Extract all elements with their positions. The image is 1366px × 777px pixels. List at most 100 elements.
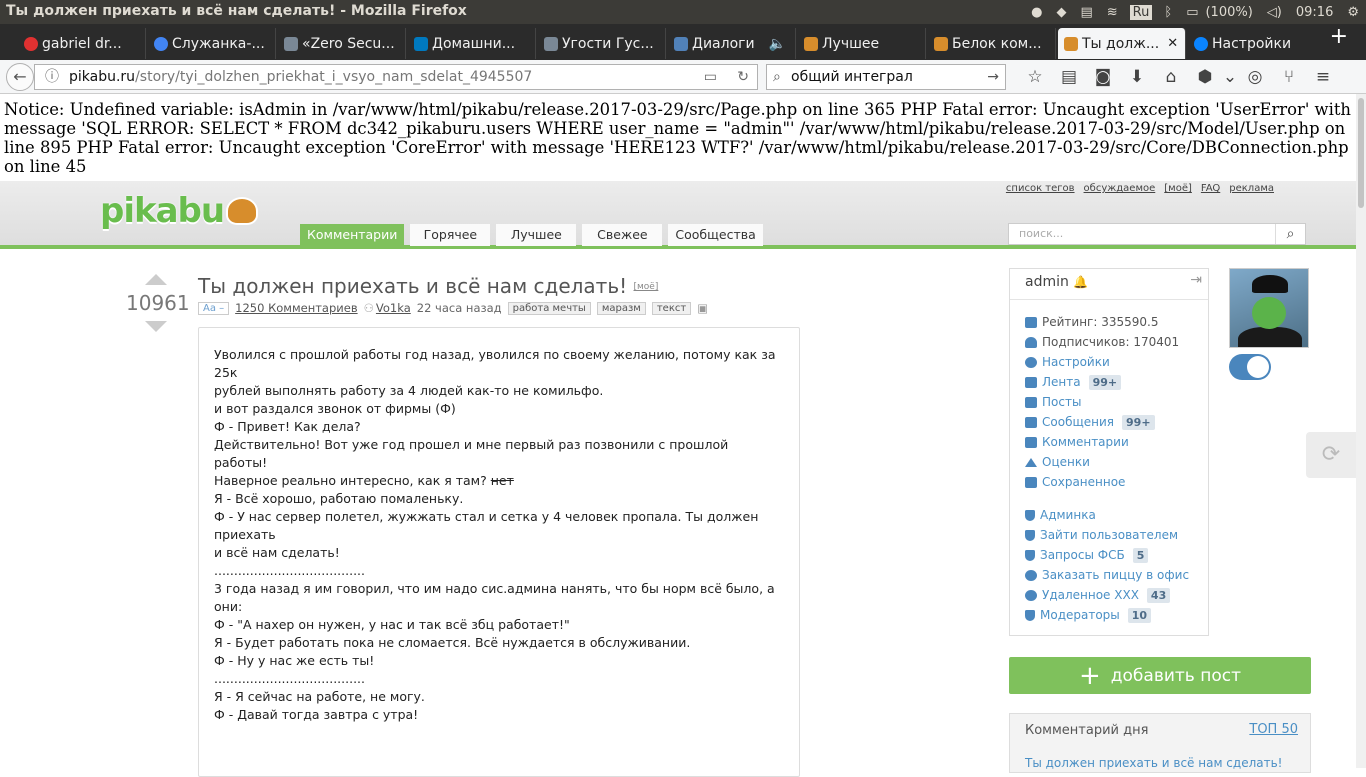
user-card: admin 🔔 ⇥ Рейтинг: 335590.5 Подписчиков:… — [1009, 268, 1209, 636]
browser-tab[interactable]: «Zero Secu... — [278, 28, 406, 59]
pikabu-favicon-icon — [934, 37, 948, 51]
link-faq[interactable]: FAQ — [1201, 183, 1220, 194]
menu-settings[interactable]: Настройки — [1025, 352, 1189, 372]
comment-of-day-heading: Комментарий дня — [1025, 723, 1149, 738]
reload-icon[interactable]: ↻ — [737, 65, 749, 89]
browser-tab[interactable]: Служанка-... — [148, 28, 276, 59]
saved-icon — [1025, 476, 1037, 488]
adblock-icon[interactable]: ⬢ — [1188, 67, 1222, 87]
volume-icon[interactable]: ◁) — [1260, 5, 1289, 20]
notification-bell-icon[interactable]: 🔔 — [1073, 275, 1088, 289]
shield-question-icon — [1025, 549, 1035, 561]
browser-tab[interactable]: Белок ком... — [928, 28, 1056, 59]
link-tags-list[interactable]: список тегов — [1006, 183, 1075, 194]
menu-admin[interactable]: Админка — [1025, 505, 1189, 525]
reader-view-icon[interactable]: ▭ — [704, 65, 717, 89]
new-tab-plus-icon[interactable]: + — [1330, 24, 1348, 49]
language-indicator[interactable]: Ru — [1129, 4, 1153, 20]
browser-tab[interactable]: gabriel dr... — [18, 28, 146, 59]
clock[interactable]: 09:16 — [1289, 5, 1340, 20]
logout-icon[interactable]: ⇥ — [1190, 272, 1202, 288]
tab-comments[interactable]: Комментарии — [300, 224, 405, 246]
menu-posts[interactable]: Посты — [1025, 392, 1189, 412]
dropbox-icon[interactable]: ◆ — [1049, 5, 1073, 20]
avatar-hat — [1252, 275, 1288, 293]
browser-tab[interactable]: Настройки — [1188, 28, 1316, 59]
tab-fresh[interactable]: Свежее — [582, 224, 663, 246]
downvote-arrow-icon[interactable] — [145, 321, 167, 332]
search-go-arrow-icon[interactable]: → — [987, 65, 999, 89]
author-link[interactable]: Vo1ka — [376, 301, 411, 315]
refresh-icon[interactable]: ⟳ — [1306, 432, 1356, 478]
browser-tab[interactable]: Угости Гус... — [538, 28, 666, 59]
browser-tab-active[interactable]: Ты долж... ✕ — [1058, 28, 1186, 59]
menu-moderators[interactable]: Модераторы 10 — [1025, 605, 1189, 625]
site-search-icon[interactable]: ⌕ — [1275, 224, 1305, 244]
font-size-toggle[interactable]: Аа – — [198, 301, 230, 315]
link-ads[interactable]: реклама — [1229, 183, 1274, 194]
link-discussed[interactable]: обсуждаемое — [1084, 183, 1156, 194]
username[interactable]: admin 🔔 — [1025, 274, 1088, 290]
moe-marker[interactable]: [моё] — [634, 282, 659, 292]
tab-hot[interactable]: Горячее — [410, 224, 491, 246]
save-icon[interactable]: ▣ — [697, 301, 708, 315]
window-title: Ты должен приехать и всё нам сделать! - … — [6, 3, 467, 19]
tab-communities[interactable]: Сообщества — [668, 224, 763, 246]
hamburger-menu-icon[interactable]: ≡ — [1306, 67, 1340, 87]
menu-ratings[interactable]: Оценки — [1025, 452, 1189, 472]
menu-fsb-requests[interactable]: Запросы ФСБ 5 — [1025, 545, 1189, 565]
user-menu: Рейтинг: 335590.5 Подписчиков: 170401 На… — [1025, 312, 1189, 625]
tab-best[interactable]: Лучшее — [496, 224, 577, 246]
story-title[interactable]: Ты должен приехать и всё нам сделать! [м… — [198, 274, 658, 298]
menu-feed[interactable]: Лента 99+ — [1025, 372, 1189, 392]
tag[interactable]: текст — [651, 301, 692, 315]
menu-deleted-xxx[interactable]: Удаленное ХХХ 43 — [1025, 585, 1189, 605]
home-icon[interactable]: ⌂ — [1154, 67, 1188, 87]
menu-login-as-user[interactable]: Зайти пользователем — [1025, 525, 1189, 545]
page-scrollbar[interactable] — [1356, 94, 1366, 768]
browser-tab[interactable]: Диалоги 🔈 — [668, 28, 796, 59]
site-search-input[interactable]: поиск... ⌕ — [1008, 223, 1306, 245]
top50-link[interactable]: ТОП 50 — [1249, 722, 1298, 737]
google-favicon-icon — [154, 37, 168, 51]
keyboard-layout-icon[interactable]: ▤ — [1073, 5, 1099, 20]
battery-icon[interactable]: ▭ — [1179, 5, 1205, 20]
url-bar[interactable]: ⓘ pikabu.ru/story/tyi_dolzhen_priekhat_i… — [34, 64, 758, 90]
gear-icon — [1025, 356, 1037, 368]
bookmark-star-icon[interactable]: ☆ — [1018, 67, 1052, 87]
avatar[interactable] — [1229, 268, 1309, 348]
menu-saved[interactable]: Сохраненное — [1025, 472, 1189, 492]
link-moe[interactable]: [моё] — [1164, 183, 1192, 194]
theme-toggle[interactable] — [1229, 354, 1271, 380]
menu-messages[interactable]: Сообщения 99+ — [1025, 412, 1189, 432]
upvote-arrow-icon[interactable] — [145, 274, 167, 285]
settings-gear-icon[interactable]: ⚙ — [1340, 5, 1366, 20]
site-info-icon[interactable]: ⓘ — [45, 65, 59, 89]
tab-close-icon[interactable]: ✕ — [1167, 36, 1178, 51]
extension-icon[interactable]: ◎ — [1238, 67, 1272, 87]
add-post-button[interactable]: + добавить пост — [1009, 657, 1311, 694]
evernote-icon[interactable]: ● — [1024, 5, 1049, 20]
extension-menu-arrow-icon[interactable]: ⌄ — [1222, 67, 1238, 87]
comments-count-link[interactable]: 1250 Комментариев — [235, 301, 357, 315]
count-badge: 43 — [1146, 587, 1171, 603]
bluetooth-icon[interactable]: ᛒ — [1157, 5, 1179, 20]
menu-order-pizza[interactable]: Заказать пиццу в офис — [1025, 565, 1189, 585]
scrollbar-thumb[interactable] — [1358, 98, 1364, 208]
tag[interactable]: маразм — [596, 301, 646, 315]
pocket-icon[interactable]: ◙ — [1086, 67, 1120, 87]
extension-fork-icon[interactable]: ⑂ — [1272, 67, 1306, 87]
browser-tab[interactable]: Домашни... — [408, 28, 536, 59]
downloads-icon[interactable]: ⬇ — [1120, 67, 1154, 87]
search-bar[interactable]: ⌕ общий интеграл → — [766, 64, 1006, 90]
speaker-icon[interactable]: 🔈 — [769, 36, 786, 52]
story-body: Уволился с прошлой работы год назад, уво… — [198, 327, 800, 777]
browser-tab[interactable]: Лучшее — [798, 28, 926, 59]
wifi-icon[interactable]: ≋ — [1100, 5, 1125, 20]
globe-icon — [1025, 589, 1037, 601]
pikabu-logo[interactable]: pikabu — [100, 191, 259, 231]
bookmarks-list-icon[interactable]: ▤ — [1052, 67, 1086, 87]
back-button[interactable]: ← — [6, 63, 34, 91]
tag[interactable]: работа мечты — [507, 301, 591, 315]
menu-comments[interactable]: Комментарии — [1025, 432, 1189, 452]
